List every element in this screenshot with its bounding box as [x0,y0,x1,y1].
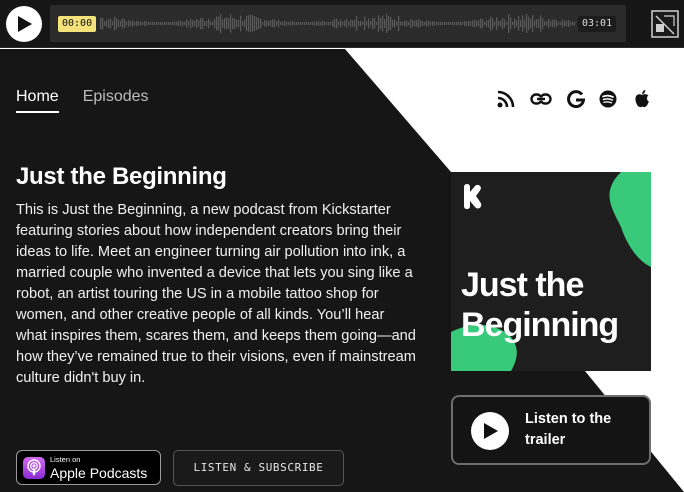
waveform-graphic [100,13,576,34]
play-icon [18,16,32,32]
google-podcasts-icon[interactable] [566,89,586,109]
nav-episodes[interactable]: Episodes [83,87,149,113]
cover-title-line2: Beginning [461,306,619,344]
play-button[interactable] [6,6,42,42]
audio-player-bar: 00:00 03:01 [0,0,684,48]
play-icon [484,423,498,439]
apple-podcasts-badge[interactable]: Listen on Apple Podcasts [16,450,161,485]
apple-podcasts-icon [23,457,45,479]
player-options-button[interactable] [650,8,680,40]
cover-title: Just the Beginning [461,265,619,345]
page-title: Just the Beginning [16,163,227,190]
social-links [496,89,656,111]
listen-subscribe-button[interactable]: LISTEN & SUBSCRIBE [173,450,344,486]
apple-icon[interactable] [633,89,653,109]
waveform-scrubber[interactable] [50,5,626,42]
podcast-description: This is Just the Beginning, a new podcas… [16,202,416,386]
current-time: 00:00 [58,16,97,32]
cover-thumbnail-icon [651,10,679,38]
rss-icon[interactable] [496,89,516,109]
listen-trailer-button[interactable]: Listen to the trailer [451,395,651,465]
nav-home[interactable]: Home [16,87,59,113]
badge-big-text: Apple Podcasts [50,465,148,481]
spotify-icon[interactable] [598,89,618,109]
kickstarter-logo-icon [464,184,482,209]
main-nav: Home Episodes [16,87,149,113]
badge-small-text: Listen on [50,455,81,464]
cover-title-line1: Just the [461,266,584,304]
trailer-play-button[interactable] [471,412,509,450]
total-time: 03:01 [578,16,617,32]
podcast-cover-art: Just the Beginning [451,172,651,371]
trailer-label: Listen to the trailer [525,411,612,448]
podcast-page: Home Episodes Just the Beginning This is… [0,49,684,492]
link-icon[interactable] [530,89,552,109]
